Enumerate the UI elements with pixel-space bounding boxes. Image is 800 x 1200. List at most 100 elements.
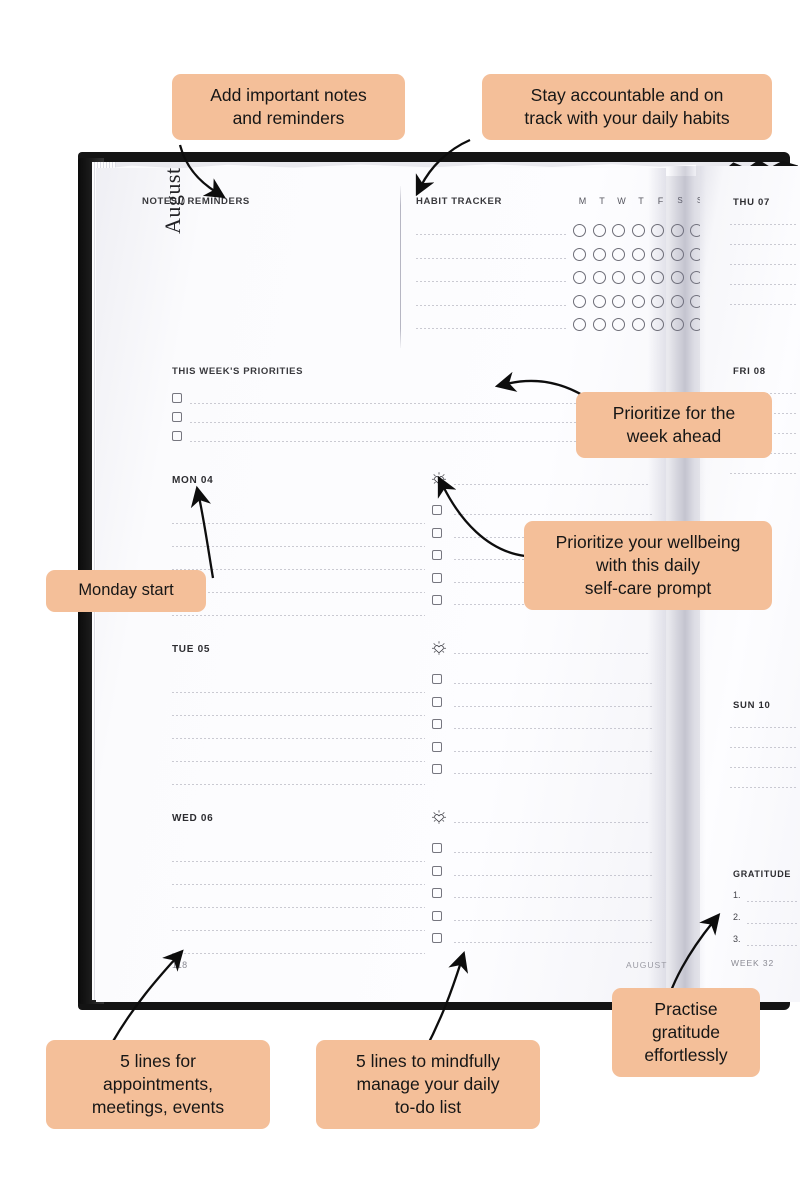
habit-name-line[interactable] bbox=[416, 257, 566, 259]
todo-row[interactable] bbox=[430, 933, 652, 956]
habit-circle[interactable] bbox=[631, 247, 645, 261]
habit-circle[interactable] bbox=[592, 271, 606, 284]
habit-circle[interactable] bbox=[573, 224, 586, 237]
todo-line[interactable] bbox=[454, 897, 652, 899]
priority-line[interactable] bbox=[190, 441, 642, 442]
todo-checkbox[interactable] bbox=[432, 550, 442, 561]
appointment-line[interactable] bbox=[172, 523, 425, 524]
right-day-line[interactable] bbox=[730, 787, 798, 788]
habit-circle[interactable] bbox=[592, 224, 606, 237]
habit-circle[interactable] bbox=[573, 271, 586, 284]
habit-row[interactable] bbox=[416, 289, 703, 313]
habit-circle[interactable] bbox=[631, 224, 645, 237]
right-day-line[interactable] bbox=[730, 284, 798, 285]
appointment-line[interactable] bbox=[172, 884, 425, 885]
gratitude-line[interactable] bbox=[747, 901, 799, 902]
habit-circle[interactable] bbox=[631, 294, 645, 308]
habit-row[interactable] bbox=[416, 218, 703, 242]
habit-circle[interactable] bbox=[651, 294, 664, 308]
habit-circle[interactable] bbox=[573, 247, 586, 261]
habit-circle[interactable] bbox=[592, 294, 606, 308]
appointment-line[interactable] bbox=[172, 907, 425, 908]
gratitude-line[interactable] bbox=[747, 923, 799, 924]
habit-row[interactable] bbox=[416, 242, 703, 266]
self-care-line[interactable] bbox=[454, 484, 650, 485]
appointment-line[interactable] bbox=[172, 953, 425, 954]
todo-row[interactable] bbox=[430, 764, 652, 787]
todo-line[interactable] bbox=[454, 773, 652, 775]
todo-checkbox[interactable] bbox=[432, 696, 442, 707]
gratitude-row[interactable]: 2. bbox=[733, 912, 799, 934]
self-care-line[interactable] bbox=[454, 653, 650, 654]
todo-row[interactable] bbox=[430, 696, 652, 720]
habit-circle[interactable] bbox=[612, 318, 625, 331]
todo-line[interactable] bbox=[454, 728, 652, 730]
habit-circle[interactable] bbox=[573, 294, 586, 308]
todo-row[interactable] bbox=[430, 843, 652, 866]
todo-checkbox[interactable] bbox=[432, 888, 442, 899]
todo-line[interactable] bbox=[454, 705, 652, 707]
appointment-line[interactable] bbox=[172, 930, 425, 931]
priority-checkbox[interactable] bbox=[172, 412, 182, 422]
todo-checkbox[interactable] bbox=[432, 843, 442, 853]
appointment-line[interactable] bbox=[172, 738, 425, 739]
right-day-line[interactable] bbox=[730, 473, 798, 474]
habit-row[interactable] bbox=[416, 312, 703, 336]
priority-line[interactable] bbox=[190, 403, 642, 404]
habit-circle[interactable] bbox=[651, 247, 664, 261]
todo-line[interactable] bbox=[454, 514, 652, 515]
appointment-line[interactable] bbox=[172, 615, 425, 616]
todo-checkbox[interactable] bbox=[432, 505, 442, 515]
appointment-line[interactable] bbox=[172, 569, 425, 570]
habit-circle[interactable] bbox=[573, 318, 586, 331]
right-day-line[interactable] bbox=[730, 727, 798, 728]
todo-row[interactable] bbox=[430, 910, 652, 934]
todo-row[interactable] bbox=[430, 674, 652, 697]
habit-circle[interactable] bbox=[631, 318, 645, 331]
todo-line[interactable] bbox=[454, 750, 652, 752]
priority-checkbox[interactable] bbox=[172, 393, 182, 403]
habit-circle[interactable] bbox=[612, 271, 625, 284]
priority-row[interactable] bbox=[172, 428, 642, 447]
habit-name-line[interactable] bbox=[416, 304, 566, 306]
todo-row[interactable] bbox=[430, 741, 652, 765]
appointment-line[interactable] bbox=[172, 715, 425, 716]
todo-checkbox[interactable] bbox=[432, 595, 442, 606]
habit-circle[interactable] bbox=[651, 224, 664, 237]
self-care-prompt[interactable] bbox=[430, 639, 448, 662]
appointment-line[interactable] bbox=[172, 592, 425, 593]
habit-circle[interactable] bbox=[612, 247, 625, 261]
appointment-line[interactable] bbox=[172, 546, 425, 547]
todo-checkbox[interactable] bbox=[432, 741, 442, 752]
right-day-line[interactable] bbox=[730, 244, 798, 245]
todo-line[interactable] bbox=[454, 942, 652, 944]
appointment-line[interactable] bbox=[172, 761, 425, 762]
habit-row[interactable] bbox=[416, 265, 703, 289]
habit-circle[interactable] bbox=[631, 271, 645, 284]
todo-checkbox[interactable] bbox=[432, 719, 442, 730]
habit-circle[interactable] bbox=[651, 318, 664, 331]
self-care-line[interactable] bbox=[454, 822, 650, 823]
todo-row[interactable] bbox=[430, 719, 652, 742]
habit-name-line[interactable] bbox=[416, 281, 566, 282]
todo-line[interactable] bbox=[454, 852, 652, 853]
right-day-line[interactable] bbox=[730, 304, 798, 305]
habit-circle[interactable] bbox=[612, 294, 625, 308]
right-day-line[interactable] bbox=[730, 767, 798, 768]
right-day-line[interactable] bbox=[730, 747, 798, 748]
todo-line[interactable] bbox=[454, 683, 652, 684]
todo-row[interactable] bbox=[430, 888, 652, 911]
todo-checkbox[interactable] bbox=[432, 572, 442, 583]
todo-checkbox[interactable] bbox=[432, 674, 442, 684]
todo-row[interactable] bbox=[430, 865, 652, 889]
priority-line[interactable] bbox=[190, 422, 642, 423]
self-care-prompt[interactable] bbox=[430, 470, 448, 493]
todo-checkbox[interactable] bbox=[432, 764, 442, 775]
self-care-prompt[interactable] bbox=[430, 808, 448, 831]
right-day-line[interactable] bbox=[730, 224, 798, 225]
gratitude-row[interactable]: 3. bbox=[733, 934, 799, 956]
appointment-line[interactable] bbox=[172, 692, 425, 693]
todo-line[interactable] bbox=[454, 919, 652, 921]
priority-row[interactable] bbox=[172, 390, 642, 409]
todo-checkbox[interactable] bbox=[432, 910, 442, 921]
